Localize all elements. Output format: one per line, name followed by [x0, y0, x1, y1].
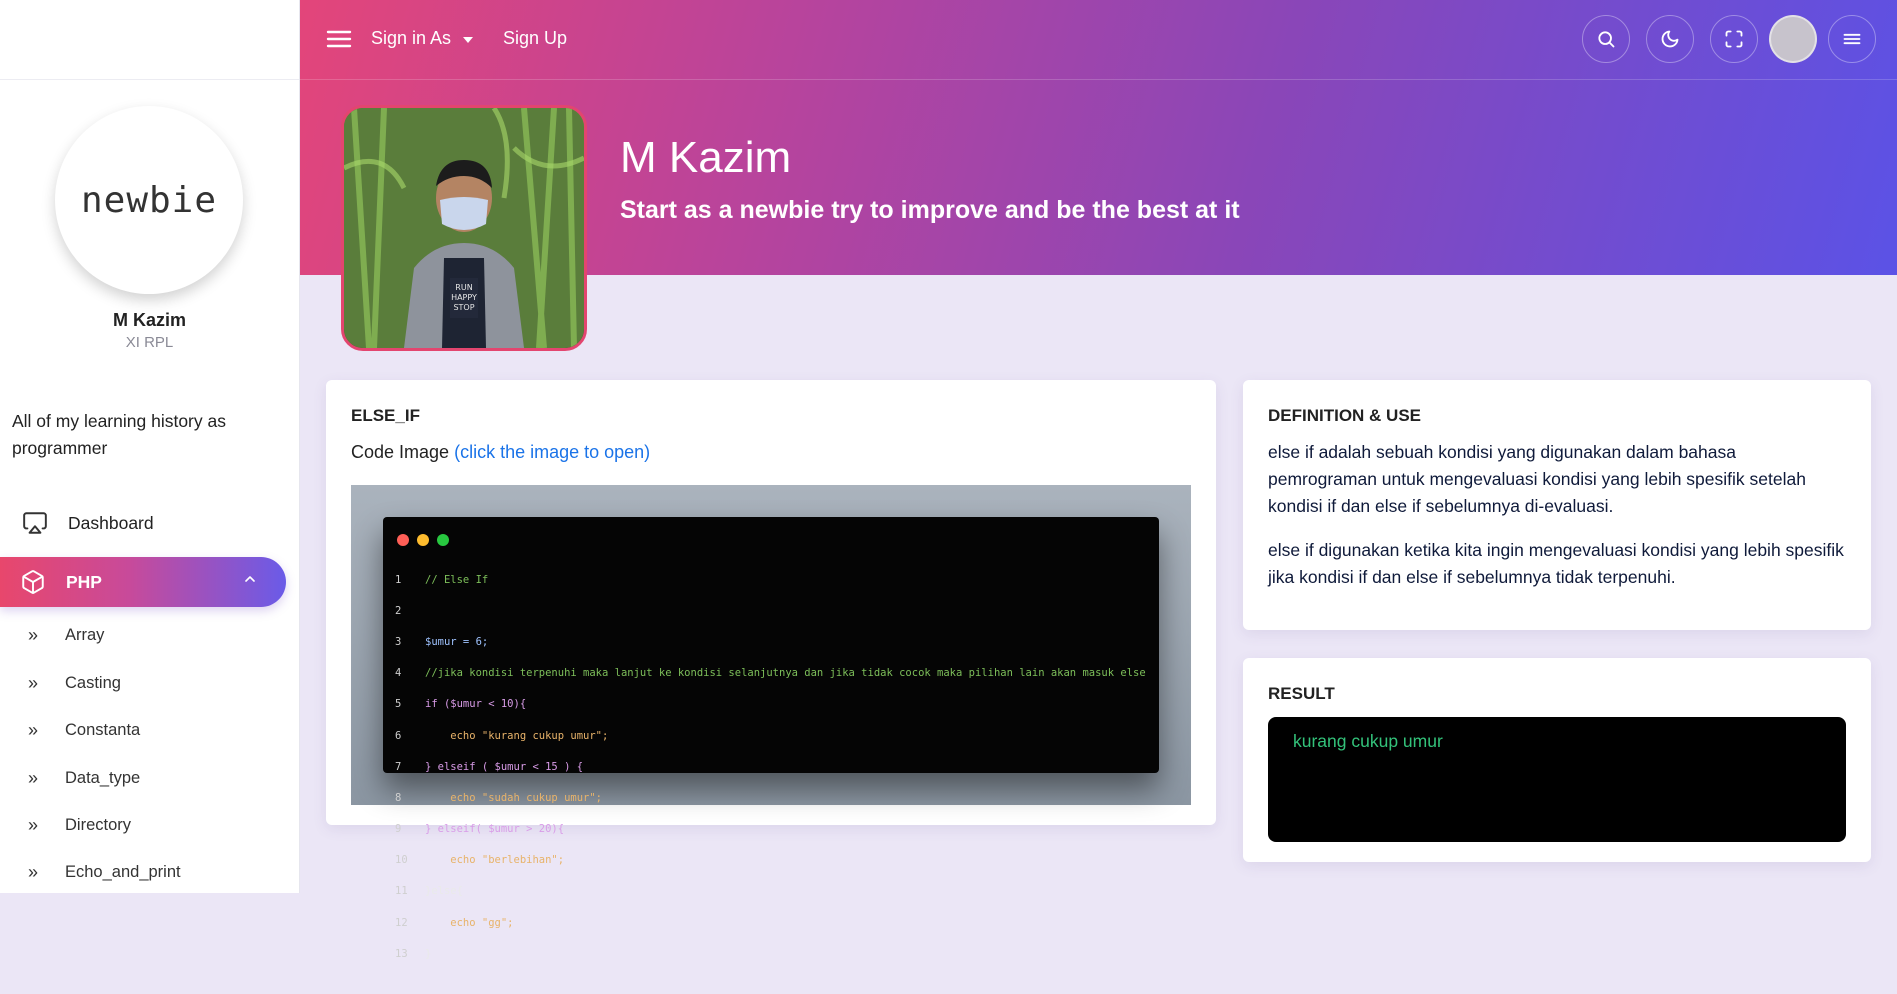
menu-icon[interactable] — [326, 27, 352, 51]
code-line: 8 echo "sudah cukup umur"; — [395, 791, 603, 804]
hamburger-icon — [1843, 33, 1861, 45]
caret-down-icon[interactable] — [463, 37, 473, 43]
code-line: 3 $umur = 6; — [395, 635, 489, 648]
profile-class: XI RPL — [125, 334, 174, 351]
result-card: RESULT kurang cukup umur — [1243, 658, 1871, 862]
page-title: M Kazim — [620, 133, 792, 182]
sidebar-subitem-label: Data_type — [65, 768, 141, 787]
double-chevron-right-icon: » — [28, 814, 39, 835]
svg-text:STOP: STOP — [453, 303, 474, 312]
code-line: 11}else{ — [395, 885, 463, 898]
definition-paragraph: else if adalah sebuah kondisi yang digun… — [1268, 442, 1806, 516]
window-minimize-dot — [417, 534, 429, 546]
sidebar-subitem-casting[interactable]: » Casting — [0, 663, 287, 703]
sidebar-subitem-array[interactable]: » Array — [0, 615, 287, 655]
result-output-box: kurang cukup umur — [1268, 717, 1846, 842]
signup-link[interactable]: Sign Up — [503, 28, 567, 49]
definition-card-title: DEFINITION & USE — [1268, 406, 1422, 425]
sidebar-subitem-label: Casting — [65, 673, 121, 692]
window-maximize-dot — [437, 534, 449, 546]
code-line: 1// Else If — [395, 573, 489, 586]
sidebar-subitem-label: Array — [65, 625, 105, 644]
code-caption-text: Code Image — [351, 442, 450, 462]
sidebar-item-label: Dashboard — [68, 512, 154, 533]
sidebar-item-label: PHP — [66, 571, 102, 592]
sidebar-subitem-directory[interactable]: » Directory — [0, 805, 287, 845]
double-chevron-right-icon: » — [28, 767, 39, 788]
double-chevron-right-icon: » — [28, 672, 39, 693]
sidebar-subitem-label: Constanta — [65, 720, 141, 739]
code-line: 6 echo "kurang cukup umur"; — [395, 729, 609, 742]
code-line: 9} elseif( $umur > 20){ — [395, 823, 565, 836]
sidebar-subitem-echo-and-print[interactable]: » Echo_and_print — [0, 852, 287, 892]
code-line: 13} — [395, 947, 432, 960]
result-output: kurang cukup umur — [1293, 731, 1443, 751]
sidebar-subitem-constanta[interactable]: » Constanta — [0, 710, 287, 750]
sidebar-item-php[interactable]: PHP — [0, 557, 286, 607]
definition-card: DEFINITION & USE else if adalah sebuah k… — [1243, 380, 1871, 630]
code-image[interactable]: 1// Else If 2 3 $umur = 6; 4//jika kondis… — [351, 485, 1191, 960]
profile-photo-illustration: RUN HAPPY STOP — [344, 108, 584, 348]
svg-text:HAPPY: HAPPY — [451, 293, 477, 302]
fullscreen-button[interactable] — [1710, 15, 1758, 63]
double-chevron-right-icon: » — [28, 624, 39, 645]
topbar-divider — [300, 79, 1897, 80]
code-line: 5 if ($umur < 10){ — [395, 698, 527, 711]
dark-mode-button[interactable] — [1646, 15, 1694, 63]
result-card-title: RESULT — [1268, 684, 1335, 703]
fullscreen-icon — [1725, 30, 1743, 48]
options-button[interactable] — [1828, 15, 1876, 63]
code-card: ELSE_IF Code Image (click the image to o… — [326, 380, 1216, 960]
code-line: 2 — [395, 604, 402, 617]
signin-dropdown[interactable]: Sign in As — [371, 28, 451, 49]
double-chevron-right-icon: » — [28, 719, 39, 740]
sidebar-subitem-label: Directory — [65, 815, 132, 834]
box-icon — [22, 570, 44, 594]
usage-paragraph: else if digunakan ketika kita ingin meng… — [1268, 540, 1844, 587]
chevron-up-icon[interactable] — [242, 571, 258, 587]
search-button[interactable] — [1582, 15, 1630, 63]
monitor-icon — [23, 512, 47, 534]
avatar[interactable] — [1769, 15, 1817, 63]
svg-text:RUN: RUN — [455, 283, 472, 292]
window-close-dot — [397, 534, 409, 546]
sidebar-description: All of my learning history as programmer — [12, 411, 226, 458]
search-icon — [1598, 31, 1615, 48]
code-line: 12 echo "gg"; — [395, 916, 514, 929]
profile-logo: newbie — [55, 106, 243, 294]
code-card-title: ELSE_IF — [351, 406, 420, 425]
sidebar-item-dashboard[interactable]: Dashboard — [0, 499, 287, 547]
profile-photo: RUN HAPPY STOP — [341, 105, 587, 351]
moon-icon — [1661, 30, 1679, 48]
sidebar: newbie M Kazim XI RPL All of my learning… — [0, 0, 300, 893]
open-image-link[interactable]: (click the image to open) — [454, 442, 650, 462]
sidebar-subitem-label: Echo_and_print — [65, 862, 181, 881]
double-chevron-right-icon: » — [28, 861, 39, 882]
sidebar-brand-area — [0, 0, 299, 80]
code-window: 1// Else If 2 3 $umur = 6; 4//jika kondis… — [383, 517, 1159, 960]
code-lines: 1// Else If 2 3 $umur = 6; 4//jika kondis… — [395, 557, 1146, 994]
sidebar-subitem-data-type[interactable]: » Data_type — [0, 758, 287, 798]
code-line: 10 echo "berlebihan"; — [395, 854, 565, 867]
page-subtitle: Start as a newbie try to improve and be … — [620, 196, 1240, 224]
code-line: 4//jika kondisi terpenuhi maka lanjut ke… — [395, 667, 1146, 680]
logo-text: newbie — [80, 179, 218, 221]
code-caption: Code Image (click the image to open) — [351, 442, 650, 463]
code-line: 7} elseif ( $umur < 15 ) { — [395, 760, 584, 773]
profile-name: M Kazim — [112, 310, 186, 330]
